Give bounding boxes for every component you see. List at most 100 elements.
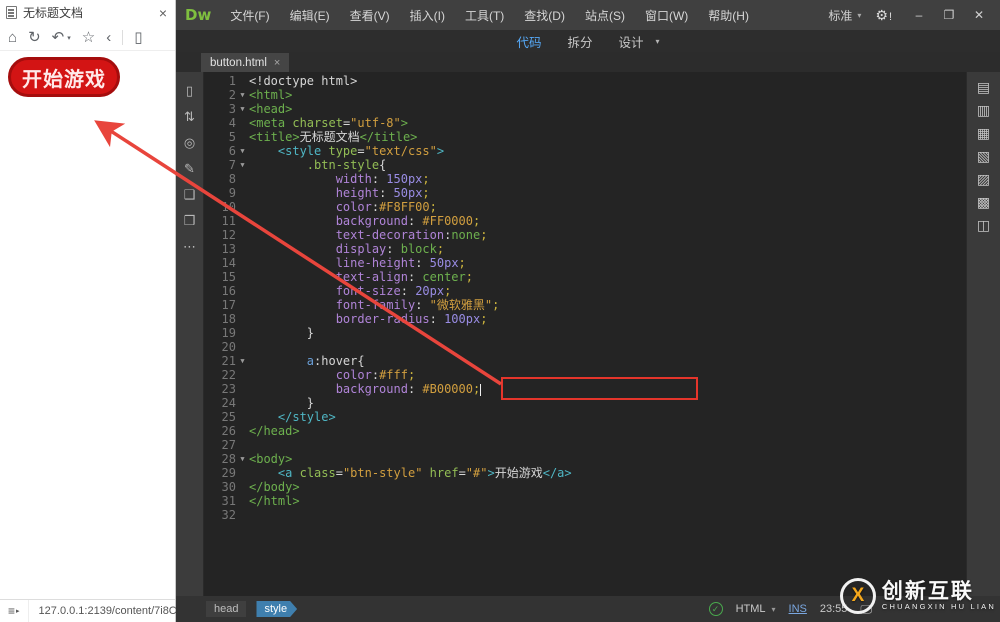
- fold-arrow-icon[interactable]: ▼: [236, 88, 249, 102]
- page-icon[interactable]: ▯: [134, 30, 142, 45]
- file-tab-button-html[interactable]: button.html ×: [201, 53, 289, 72]
- open-documents-icon[interactable]: ▯: [186, 84, 193, 97]
- close-button[interactable]: ✕: [966, 6, 992, 24]
- home-icon[interactable]: ⌂: [8, 30, 17, 45]
- code-line[interactable]: 31</html>: [204, 494, 966, 508]
- workspace-selector[interactable]: 标准▾: [828, 7, 861, 24]
- code-line[interactable]: 14 line-height: 50px;: [204, 256, 966, 270]
- code-line[interactable]: 10 color:#F8FF00;: [204, 200, 966, 214]
- fold-arrow-icon[interactable]: ▼: [236, 158, 249, 172]
- code-editor[interactable]: 1<!doctype html>2▼<html>3▼<head>4<meta c…: [204, 72, 966, 596]
- menu-item[interactable]: 查找(D): [515, 3, 574, 28]
- browser-tab-title[interactable]: 无标题文档: [23, 4, 157, 21]
- view-mode-代码[interactable]: 代码: [516, 32, 541, 51]
- code-line[interactable]: 19 }: [204, 326, 966, 340]
- code-line[interactable]: 2▼<html>: [204, 88, 966, 102]
- fold-gutter: [236, 494, 249, 508]
- apply-comment-icon[interactable]: ❑: [184, 188, 196, 201]
- file-management-icon[interactable]: ⇅: [184, 110, 195, 123]
- snippets-panel-icon[interactable]: ▨: [977, 172, 990, 186]
- reading-list-icon[interactable]: ≡▸: [0, 600, 29, 622]
- fold-gutter: [236, 186, 249, 200]
- code-line[interactable]: 8 width: 150px;: [204, 172, 966, 186]
- menu-item[interactable]: 插入(I): [401, 3, 454, 28]
- code-line[interactable]: 5<title>无标题文档</title>: [204, 130, 966, 144]
- code-line[interactable]: 6▼ <style type="text/css">: [204, 144, 966, 158]
- fold-arrow-icon[interactable]: ▼: [236, 102, 249, 116]
- code-line[interactable]: 28▼<body>: [204, 452, 966, 466]
- live-code-icon[interactable]: ◎: [184, 136, 195, 149]
- panel-rail: ▤ ▥ ▦ ▧ ▨ ▩ ◫: [966, 72, 1000, 596]
- more-options-icon[interactable]: ⋯: [183, 240, 196, 253]
- menu-item[interactable]: 帮助(H): [699, 3, 758, 28]
- code-line[interactable]: 27: [204, 438, 966, 452]
- line-number: 10: [204, 200, 236, 214]
- menu-item[interactable]: 文件(F): [221, 3, 278, 28]
- code-line[interactable]: 16 font-size: 20px;: [204, 284, 966, 298]
- code-line[interactable]: 4<meta charset="utf-8">: [204, 116, 966, 130]
- start-game-button[interactable]: 开始游戏: [8, 57, 120, 97]
- fold-arrow-icon[interactable]: ▼: [236, 354, 249, 368]
- doctype-selector[interactable]: HTML▾: [736, 603, 776, 615]
- remove-comment-icon[interactable]: ❒: [184, 214, 196, 227]
- code-line[interactable]: 7▼ .btn-style{: [204, 158, 966, 172]
- code-line[interactable]: 26</head>: [204, 424, 966, 438]
- files-panel-icon[interactable]: ▧: [977, 149, 990, 163]
- dom-panel-icon[interactable]: ◫: [977, 218, 990, 232]
- code-line[interactable]: 21▼ a:hover{: [204, 354, 966, 368]
- dreamweaver-window: Dw 文件(F)编辑(E)查看(V)插入(I)工具(T)查找(D)站点(S)窗口…: [176, 0, 1000, 622]
- tag-selector-head[interactable]: head: [206, 601, 246, 617]
- fold-gutter: [236, 438, 249, 452]
- menu-item[interactable]: 工具(T): [456, 3, 513, 28]
- code-line[interactable]: 30</body>: [204, 480, 966, 494]
- line-number: 18: [204, 312, 236, 326]
- code-line[interactable]: 12 text-decoration:none;: [204, 228, 966, 242]
- menu-item[interactable]: 查看(V): [341, 3, 399, 28]
- fold-arrow-icon[interactable]: ▼: [236, 144, 249, 158]
- clipboard-panel-icon[interactable]: ▥: [977, 103, 990, 117]
- fold-gutter: [236, 508, 249, 522]
- chevron-down-icon[interactable]: ▾: [656, 37, 660, 46]
- back-icon[interactable]: ‹: [106, 30, 111, 45]
- line-number: 12: [204, 228, 236, 242]
- assets-panel-icon[interactable]: ▩: [977, 195, 990, 209]
- gear-icon[interactable]: ⚙!: [875, 7, 892, 24]
- code-line[interactable]: 15 text-align: center;: [204, 270, 966, 284]
- code-line[interactable]: 20: [204, 340, 966, 354]
- tab-close-icon[interactable]: ×: [157, 5, 169, 21]
- chevron-down-icon[interactable]: ▾: [67, 34, 71, 42]
- view-mode-拆分[interactable]: 拆分: [567, 32, 592, 51]
- minimize-button[interactable]: –: [906, 6, 932, 24]
- maximize-button[interactable]: ❐: [936, 6, 962, 24]
- fold-gutter: [236, 424, 249, 438]
- menu-item[interactable]: 窗口(W): [636, 3, 697, 28]
- fold-gutter: [236, 396, 249, 410]
- code-line[interactable]: 13 display: block;: [204, 242, 966, 256]
- code-line[interactable]: 18 border-radius: 100px;: [204, 312, 966, 326]
- fold-gutter: [236, 340, 249, 354]
- fold-gutter: [236, 298, 249, 312]
- view-mode-设计[interactable]: 设计: [619, 32, 644, 51]
- refresh-icon[interactable]: ↻: [28, 30, 41, 45]
- insert-mode-indicator[interactable]: INS: [789, 603, 807, 615]
- extract-panel-icon[interactable]: ▦: [977, 126, 990, 140]
- code-line[interactable]: 29 <a class="btn-style" href="#">开始游戏</a…: [204, 466, 966, 480]
- code-line[interactable]: 17 font-family: "微软雅黑";: [204, 298, 966, 312]
- tab-close-icon[interactable]: ×: [274, 57, 280, 69]
- code-line[interactable]: 1<!doctype html>: [204, 74, 966, 88]
- favorite-star-icon[interactable]: ☆: [82, 30, 95, 45]
- fold-arrow-icon[interactable]: ▼: [236, 452, 249, 466]
- line-number: 30: [204, 480, 236, 494]
- code-line[interactable]: 25 </style>: [204, 410, 966, 424]
- undo-icon[interactable]: ↶: [52, 30, 65, 45]
- share-panel-icon[interactable]: ▤: [977, 80, 990, 94]
- code-line[interactable]: 11 background: #FF0000;: [204, 214, 966, 228]
- menu-item[interactable]: 编辑(E): [281, 3, 339, 28]
- menu-item[interactable]: 站点(S): [576, 3, 634, 28]
- format-source-icon[interactable]: ✎: [184, 162, 195, 175]
- code-line[interactable]: 9 height: 50px;: [204, 186, 966, 200]
- line-number: 28: [204, 452, 236, 466]
- code-line[interactable]: 3▼<head>: [204, 102, 966, 116]
- code-line[interactable]: 32: [204, 508, 966, 522]
- tag-selector-style[interactable]: style: [256, 601, 297, 617]
